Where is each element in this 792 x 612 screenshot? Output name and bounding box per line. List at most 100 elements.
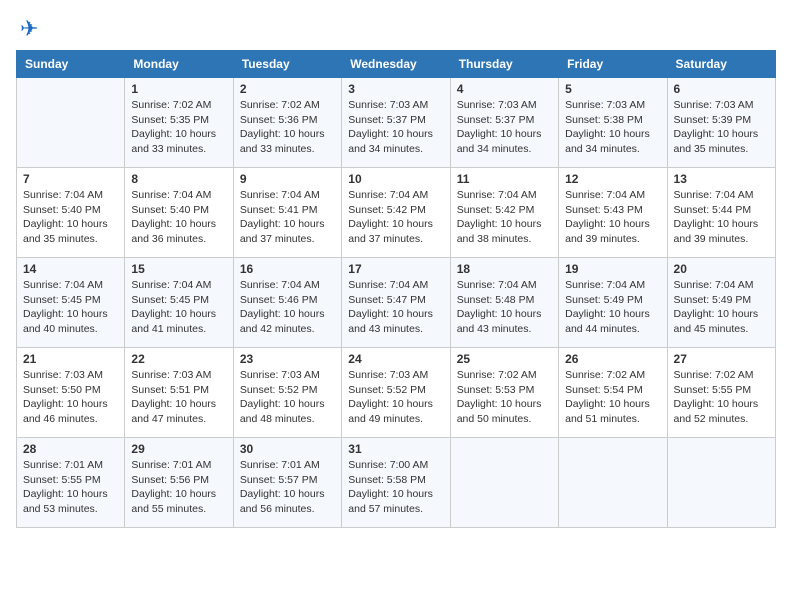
calendar-cell: 13Sunrise: 7:04 AMSunset: 5:44 PMDayligh… — [667, 168, 775, 258]
calendar-week-row: 7 Sunrise: 7:04 AMSunset: 5:40 PMDaylight… — [17, 168, 776, 258]
day-number: 21 — [23, 352, 118, 366]
calendar-day-header: Wednesday — [342, 51, 450, 78]
day-info: Sunrise: 7:04 AMSunset: 5:48 PMDaylight:… — [457, 278, 552, 337]
calendar-cell: 5 Sunrise: 7:03 AMSunset: 5:38 PMDaylight… — [559, 78, 667, 168]
day-number: 31 — [348, 442, 443, 456]
day-number: 25 — [457, 352, 552, 366]
day-number: 24 — [348, 352, 443, 366]
day-info: Sunrise: 7:03 AMSunset: 5:50 PMDaylight:… — [23, 368, 118, 427]
day-info: Sunrise: 7:02 AMSunset: 5:55 PMDaylight:… — [674, 368, 769, 427]
calendar-cell: 7 Sunrise: 7:04 AMSunset: 5:40 PMDaylight… — [17, 168, 125, 258]
calendar-cell: 4 Sunrise: 7:03 AMSunset: 5:37 PMDaylight… — [450, 78, 558, 168]
day-number: 12 — [565, 172, 660, 186]
day-number: 8 — [131, 172, 226, 186]
day-info: Sunrise: 7:04 AMSunset: 5:45 PMDaylight:… — [131, 278, 226, 337]
calendar-cell: 25 Sunrise: 7:02 AMSunset: 5:53 PMDayligh… — [450, 348, 558, 438]
calendar-cell: 11 Sunrise: 7:04 AMSunset: 5:42 PMDayligh… — [450, 168, 558, 258]
calendar-day-header: Tuesday — [233, 51, 341, 78]
day-number: 26 — [565, 352, 660, 366]
calendar-cell: 1 Sunrise: 7:02 AMSunset: 5:35 PMDaylight… — [125, 78, 233, 168]
calendar-cell: 2Sunrise: 7:02 AMSunset: 5:36 PMDaylight… — [233, 78, 341, 168]
day-number: 27 — [674, 352, 769, 366]
day-number: 1 — [131, 82, 226, 96]
day-info: Sunrise: 7:01 AMSunset: 5:56 PMDaylight:… — [131, 458, 226, 517]
calendar-cell: 23 Sunrise: 7:03 AMSunset: 5:52 PMDayligh… — [233, 348, 341, 438]
calendar-cell: 26 Sunrise: 7:02 AMSunset: 5:54 PMDayligh… — [559, 348, 667, 438]
day-number: 14 — [23, 262, 118, 276]
calendar-cell: 29 Sunrise: 7:01 AMSunset: 5:56 PMDayligh… — [125, 438, 233, 528]
calendar-cell: 30 Sunrise: 7:01 AMSunset: 5:57 PMDayligh… — [233, 438, 341, 528]
day-number: 15 — [131, 262, 226, 276]
day-number: 9 — [240, 172, 335, 186]
day-info: Sunrise: 7:04 AMSunset: 5:42 PMDaylight:… — [457, 188, 552, 247]
calendar-cell: 3 Sunrise: 7:03 AMSunset: 5:37 PMDaylight… — [342, 78, 450, 168]
day-info: Sunrise: 7:04 AMSunset: 5:42 PMDaylight:… — [348, 188, 443, 247]
calendar-cell: 27 Sunrise: 7:02 AMSunset: 5:55 PMDayligh… — [667, 348, 775, 438]
day-info: Sunrise: 7:02 AMSunset: 5:53 PMDaylight:… — [457, 368, 552, 427]
day-info: Sunrise: 7:02 AMSunset: 5:36 PMDaylight:… — [240, 98, 335, 157]
day-number: 19 — [565, 262, 660, 276]
calendar-cell: 9Sunrise: 7:04 AMSunset: 5:41 PMDaylight… — [233, 168, 341, 258]
day-info: Sunrise: 7:02 AMSunset: 5:54 PMDaylight:… — [565, 368, 660, 427]
day-number: 20 — [674, 262, 769, 276]
day-info: Sunrise: 7:03 AMSunset: 5:39 PMDaylight:… — [674, 98, 769, 157]
day-info: Sunrise: 7:03 AMSunset: 5:38 PMDaylight:… — [565, 98, 660, 157]
calendar-day-header: Thursday — [450, 51, 558, 78]
calendar-cell — [17, 78, 125, 168]
day-number: 6 — [674, 82, 769, 96]
day-info: Sunrise: 7:01 AMSunset: 5:55 PMDaylight:… — [23, 458, 118, 517]
calendar-cell: 22Sunrise: 7:03 AMSunset: 5:51 PMDayligh… — [125, 348, 233, 438]
day-number: 5 — [565, 82, 660, 96]
calendar-week-row: 14 Sunrise: 7:04 AMSunset: 5:45 PMDayligh… — [17, 258, 776, 348]
calendar-week-row: 21 Sunrise: 7:03 AMSunset: 5:50 PMDayligh… — [17, 348, 776, 438]
day-number: 17 — [348, 262, 443, 276]
calendar-cell: 31 Sunrise: 7:00 AMSunset: 5:58 PMDayligh… — [342, 438, 450, 528]
day-info: Sunrise: 7:04 AMSunset: 5:47 PMDaylight:… — [348, 278, 443, 337]
day-info: Sunrise: 7:00 AMSunset: 5:58 PMDaylight:… — [348, 458, 443, 517]
calendar-cell: 19Sunrise: 7:04 AMSunset: 5:49 PMDayligh… — [559, 258, 667, 348]
logo-bird-icon: ✈ — [20, 16, 38, 42]
day-info: Sunrise: 7:03 AMSunset: 5:52 PMDaylight:… — [348, 368, 443, 427]
day-info: Sunrise: 7:03 AMSunset: 5:52 PMDaylight:… — [240, 368, 335, 427]
calendar-cell: 28 Sunrise: 7:01 AMSunset: 5:55 PMDayligh… — [17, 438, 125, 528]
day-number: 4 — [457, 82, 552, 96]
calendar-cell — [450, 438, 558, 528]
day-number: 29 — [131, 442, 226, 456]
day-info: Sunrise: 7:01 AMSunset: 5:57 PMDaylight:… — [240, 458, 335, 517]
day-number: 23 — [240, 352, 335, 366]
calendar-cell: 24 Sunrise: 7:03 AMSunset: 5:52 PMDayligh… — [342, 348, 450, 438]
day-number: 28 — [23, 442, 118, 456]
calendar-cell: 12 Sunrise: 7:04 AMSunset: 5:43 PMDayligh… — [559, 168, 667, 258]
day-info: Sunrise: 7:02 AMSunset: 5:35 PMDaylight:… — [131, 98, 226, 157]
calendar-cell: 20 Sunrise: 7:04 AMSunset: 5:49 PMDayligh… — [667, 258, 775, 348]
day-number: 11 — [457, 172, 552, 186]
day-info: Sunrise: 7:04 AMSunset: 5:43 PMDaylight:… — [565, 188, 660, 247]
logo: ✈ — [16, 16, 38, 42]
calendar-week-row: 28 Sunrise: 7:01 AMSunset: 5:55 PMDayligh… — [17, 438, 776, 528]
calendar-cell: 21 Sunrise: 7:03 AMSunset: 5:50 PMDayligh… — [17, 348, 125, 438]
calendar-cell: 17 Sunrise: 7:04 AMSunset: 5:47 PMDayligh… — [342, 258, 450, 348]
day-number: 7 — [23, 172, 118, 186]
day-info: Sunrise: 7:04 AMSunset: 5:40 PMDaylight:… — [131, 188, 226, 247]
calendar-cell: 6 Sunrise: 7:03 AMSunset: 5:39 PMDaylight… — [667, 78, 775, 168]
calendar-day-header: Saturday — [667, 51, 775, 78]
calendar-table: SundayMondayTuesdayWednesdayThursdayFrid… — [16, 50, 776, 528]
calendar-day-header: Monday — [125, 51, 233, 78]
day-info: Sunrise: 7:04 AMSunset: 5:49 PMDaylight:… — [674, 278, 769, 337]
day-info: Sunrise: 7:04 AMSunset: 5:44 PMDaylight:… — [674, 188, 769, 247]
calendar-cell — [667, 438, 775, 528]
calendar-cell: 10Sunrise: 7:04 AMSunset: 5:42 PMDayligh… — [342, 168, 450, 258]
day-number: 30 — [240, 442, 335, 456]
day-info: Sunrise: 7:03 AMSunset: 5:37 PMDaylight:… — [457, 98, 552, 157]
calendar-day-header: Sunday — [17, 51, 125, 78]
calendar-cell: 14 Sunrise: 7:04 AMSunset: 5:45 PMDayligh… — [17, 258, 125, 348]
day-number: 18 — [457, 262, 552, 276]
day-info: Sunrise: 7:04 AMSunset: 5:40 PMDaylight:… — [23, 188, 118, 247]
day-info: Sunrise: 7:04 AMSunset: 5:45 PMDaylight:… — [23, 278, 118, 337]
calendar-cell: 15 Sunrise: 7:04 AMSunset: 5:45 PMDayligh… — [125, 258, 233, 348]
calendar-cell — [559, 438, 667, 528]
day-info: Sunrise: 7:03 AMSunset: 5:37 PMDaylight:… — [348, 98, 443, 157]
page-header: ✈ — [16, 16, 776, 42]
day-number: 3 — [348, 82, 443, 96]
calendar-day-header: Friday — [559, 51, 667, 78]
